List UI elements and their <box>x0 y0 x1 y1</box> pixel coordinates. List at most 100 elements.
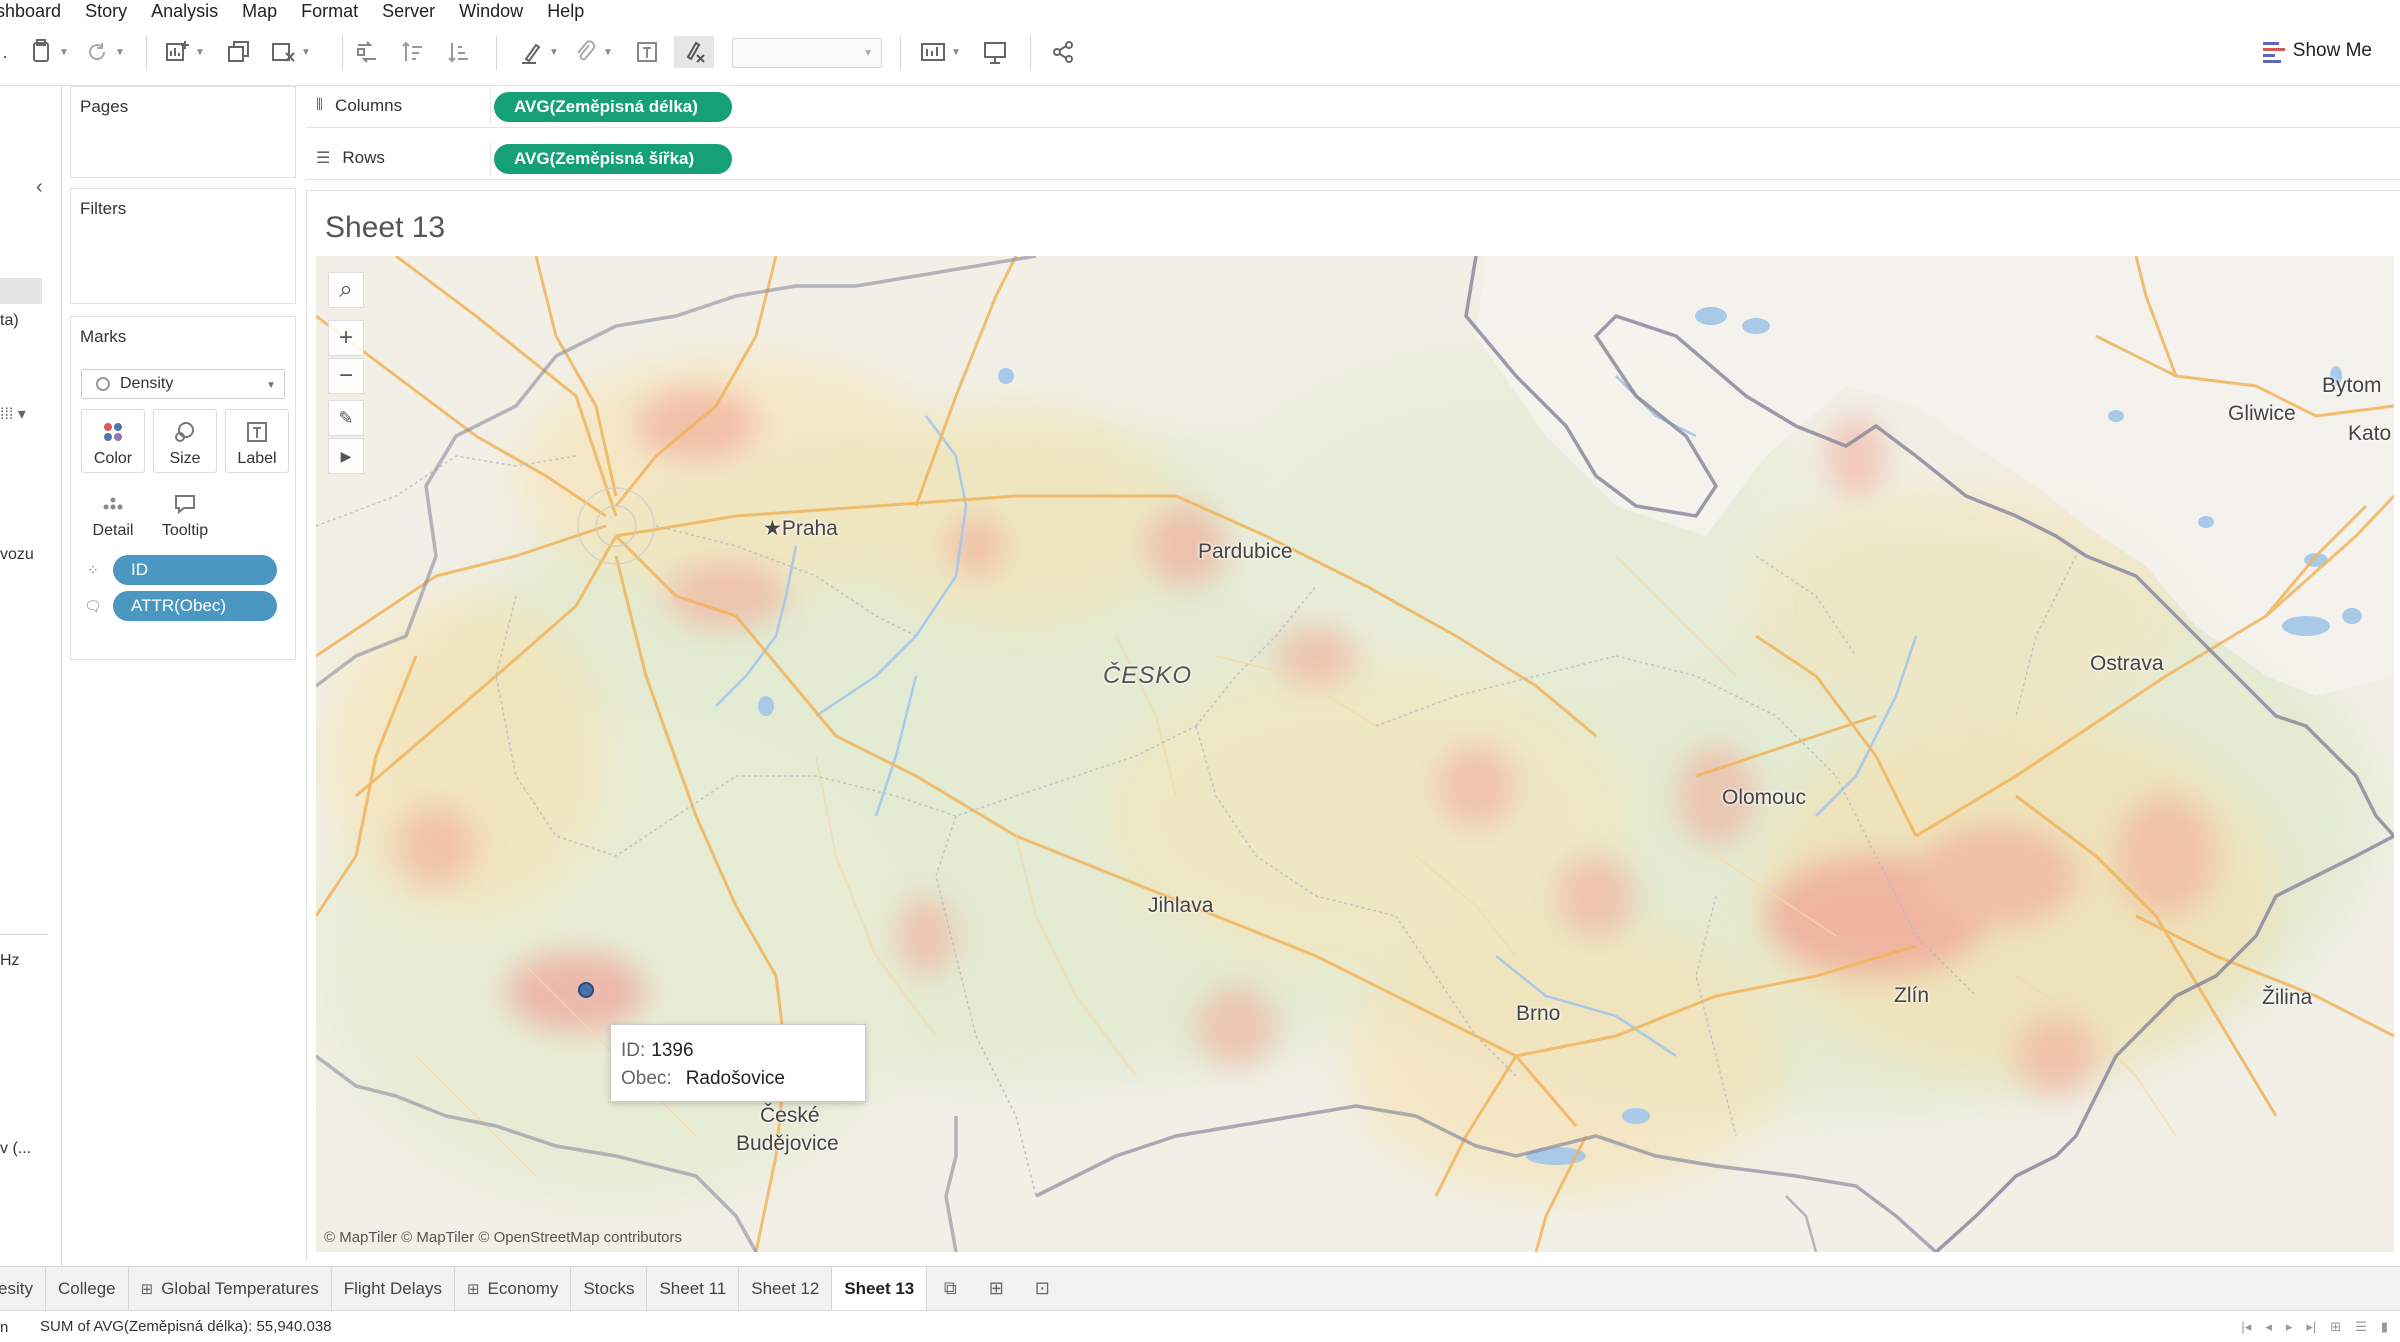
status-fragment: n <box>0 1319 9 1336</box>
pages-card-title: Pages <box>80 97 129 116</box>
tooltip-id-key: ID: <box>621 1040 646 1061</box>
label-button[interactable]: Label <box>225 409 289 473</box>
tooltip-icon: 🗨 <box>84 597 102 614</box>
id-pill[interactable]: ID <box>113 555 277 585</box>
toolbar-overflow-icon[interactable]: . <box>0 36 10 68</box>
selected-mark[interactable] <box>578 982 594 998</box>
new-worksheet-icon[interactable]: ▼ <box>162 36 205 68</box>
zoom-in-icon[interactable]: + <box>328 320 364 356</box>
expand-tools-icon[interactable]: ▶ <box>328 438 364 474</box>
toolbar-separator <box>496 36 497 70</box>
menu-format[interactable]: Format <box>301 1 358 22</box>
color-button[interactable]: Color <box>81 409 145 473</box>
mark-type-dropdown[interactable]: Density ▼ <box>81 369 285 399</box>
last-page-icon[interactable]: ▸| <box>2306 1319 2316 1335</box>
menu-window[interactable]: Window <box>459 1 523 22</box>
data-pane-field-fragment[interactable]: Hz <box>0 952 20 970</box>
city-label-olomouc: Olomouc <box>1722 786 1807 809</box>
prev-page-icon[interactable]: ◂ <box>2265 1319 2272 1335</box>
tab-flight-delays[interactable]: Flight Delays <box>332 1267 455 1310</box>
filters-card-title: Filters <box>80 199 127 218</box>
tab-esity[interactable]: esity <box>0 1267 46 1310</box>
tab-sheet-12[interactable]: Sheet 12 <box>739 1267 833 1310</box>
menu-server[interactable]: Server <box>382 1 435 22</box>
detail-button-label: Detail <box>92 522 134 539</box>
dashboard-icon: ⊞ <box>466 1280 480 1298</box>
sheet-title: Sheet 13 <box>325 211 446 244</box>
new-dashboard-tab-icon[interactable]: ⊞ <box>973 1267 1019 1310</box>
menu-story[interactable]: Story <box>85 1 127 22</box>
show-me-button[interactable]: Show Me <box>2262 40 2372 63</box>
presentation-mode-icon[interactable] <box>980 36 1010 68</box>
map-view[interactable]: ★Praha Pardubice ČESKO Ostrava Olomouc J… <box>316 256 2394 1252</box>
map-attribution[interactable]: © MapTiler © MapTiler © OpenStreetMap co… <box>324 1229 682 1246</box>
status-controls: |◂ ◂ ▸ ▸| ⊞ ☰ ▮ <box>2241 1319 2388 1335</box>
data-pane-selected-row[interactable] <box>0 278 42 304</box>
city-label-ceske: České <box>760 1104 820 1127</box>
show-mark-labels-icon[interactable] <box>632 36 662 68</box>
refresh-icon[interactable]: ▼ <box>82 36 125 68</box>
city-label-katowice: Kato <box>2348 422 2392 445</box>
columns-pill[interactable]: AVG(Zeměpisná délka) <box>494 92 732 122</box>
grid-view-icon[interactable]: ⊞ <box>2330 1319 2341 1335</box>
sort-descending-icon[interactable] <box>444 36 474 68</box>
data-pane-field-fragment[interactable]: ta) <box>0 312 19 330</box>
map-background <box>316 256 2394 1252</box>
tooltip-obec-value: Radošovice <box>685 1068 785 1089</box>
filmstrip-view-icon[interactable]: ▮ <box>2381 1319 2388 1335</box>
tab-stocks[interactable]: Stocks <box>571 1267 648 1310</box>
rows-pill[interactable]: AVG(Zeměpisná šířka) <box>494 144 732 174</box>
clear-sheet-icon[interactable]: ▼ <box>268 36 311 68</box>
columns-shelf[interactable]: ⦀ Columns AVG(Zeměpisná délka) <box>306 86 2400 128</box>
first-page-icon[interactable]: |◂ <box>2241 1319 2251 1335</box>
data-pane-field-fragment[interactable]: v (... <box>0 1140 31 1158</box>
zoom-out-icon[interactable]: − <box>328 358 364 394</box>
reset-map-icon[interactable]: ✎ <box>328 400 364 436</box>
duplicate-sheet-icon[interactable] <box>224 36 254 68</box>
sort-ascending-icon[interactable] <box>398 36 428 68</box>
rows-shelf[interactable]: ☰ Rows AVG(Zeměpisná šířka) <box>306 138 2400 180</box>
swap-rows-columns-icon[interactable] <box>352 36 382 68</box>
new-worksheet-tab-icon[interactable]: ⧉ <box>927 1267 973 1310</box>
highlight-icon[interactable]: ▼ <box>516 36 559 68</box>
tab-college[interactable]: College <box>46 1267 129 1310</box>
pages-card[interactable]: Pages <box>70 86 296 178</box>
tooltip-obec-key: Obec: <box>621 1068 672 1089</box>
attr-obec-pill[interactable]: ATTR(Obec) <box>113 591 277 621</box>
search-icon[interactable]: ⌕ <box>328 272 364 308</box>
fix-axes-icon[interactable] <box>674 36 714 68</box>
detail-icon: ⁘ <box>87 561 99 578</box>
fit-width-select[interactable]: ▼ <box>732 38 882 68</box>
menu-dashboard[interactable]: shboard <box>0 1 61 22</box>
tab-economy[interactable]: ⊞ Economy <box>455 1267 572 1310</box>
filters-card[interactable]: Filters <box>70 188 296 304</box>
menu-analysis[interactable]: Analysis <box>151 1 218 22</box>
new-story-tab-icon[interactable]: ⊡ <box>1019 1267 1065 1310</box>
collapse-pane-icon[interactable]: ‹ <box>36 176 43 199</box>
city-label-budejovice: Budějovice <box>736 1132 839 1155</box>
show-me-label: Show Me <box>2292 40 2372 61</box>
save-data-source-icon[interactable]: ▼ <box>26 36 69 68</box>
detail-button[interactable]: Detail <box>81 481 145 545</box>
next-page-icon[interactable]: ▸ <box>2286 1319 2293 1335</box>
data-pane-list-icon[interactable]: ⁞⁞⁞ ▾ <box>0 404 26 424</box>
divider <box>0 934 48 935</box>
menu-map[interactable]: Map <box>242 1 277 22</box>
city-label-gliwice: Gliwice <box>2228 402 2296 425</box>
city-label-zlin: Zlín <box>1894 984 1930 1007</box>
group-members-icon[interactable]: ▼ <box>570 36 613 68</box>
tab-global-temperatures[interactable]: ⊞ Global Temperatures <box>129 1267 332 1310</box>
tab-sheet-11[interactable]: Sheet 11 <box>647 1267 740 1310</box>
menu-help[interactable]: Help <box>547 1 584 22</box>
tab-sheet-13[interactable]: Sheet 13 <box>832 1267 928 1310</box>
color-button-label: Color <box>93 450 133 467</box>
list-view-icon[interactable]: ☰ <box>2355 1319 2367 1335</box>
size-button[interactable]: Size <box>153 409 217 473</box>
share-icon[interactable] <box>1048 36 1078 68</box>
dashboard-icon: ⊞ <box>140 1280 154 1298</box>
show-cards-icon[interactable]: ▼ <box>918 36 961 68</box>
data-pane-field-fragment[interactable]: vozu <box>0 546 34 564</box>
tooltip-button[interactable]: Tooltip <box>153 481 217 545</box>
tab-label: Economy <box>487 1278 559 1298</box>
tab-label: Sheet 13 <box>844 1278 915 1298</box>
